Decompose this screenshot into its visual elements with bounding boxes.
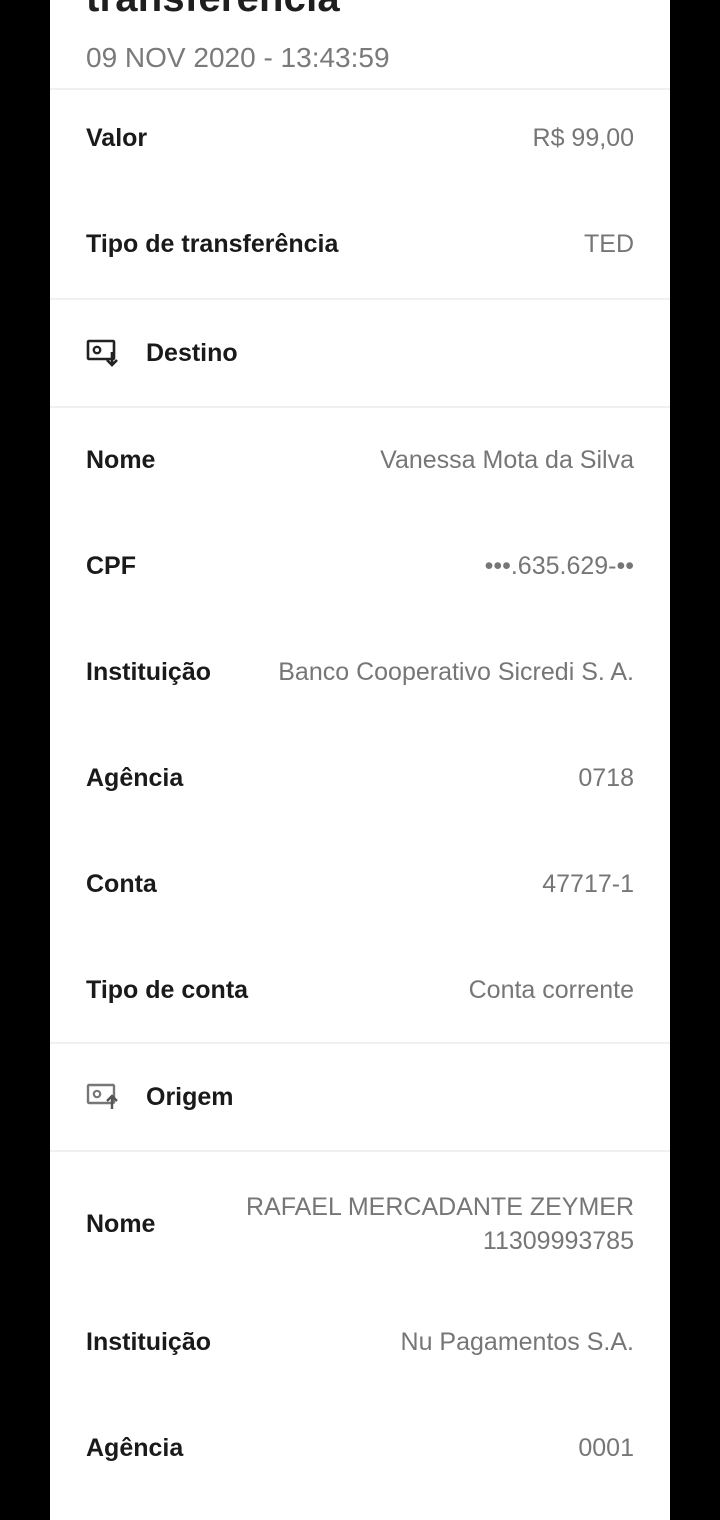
destino-conta-row: Conta 47717-1: [86, 870, 634, 899]
origem-nome-value: RAFAEL MERCADANTE ZEYMER 11309993785: [245, 1193, 634, 1255]
destino-section-header: Destino: [86, 338, 238, 368]
valor-value: R$ 99,00: [532, 124, 634, 152]
origem-nome-row: Nome RAFAEL MERCADANTE ZEYMER 1130999378…: [86, 1190, 634, 1258]
tipo-transferencia-value: TED: [584, 230, 634, 258]
origem-label: Origem: [146, 1082, 234, 1111]
destino-agencia-label: Agência: [86, 764, 184, 792]
destino-instituicao-value: Banco Cooperativo Sicredi S. A.: [278, 658, 634, 686]
tipo-transferencia-row: Tipo de transferência TED: [86, 230, 634, 259]
page-title: transferência: [86, 0, 340, 20]
destino-instituicao-row: Instituição Banco Cooperativo Sicredi S.…: [86, 658, 634, 687]
destino-conta-label: Conta: [86, 870, 157, 898]
origem-agencia-value: 0001: [578, 1434, 634, 1462]
origem-instituicao-label: Instituição: [86, 1328, 212, 1356]
destino-agencia-value: 0718: [578, 764, 634, 792]
origem-instituicao-value: Nu Pagamentos S.A.: [400, 1328, 634, 1356]
destino-instituicao-label: Instituição: [86, 658, 212, 686]
destino-nome-label: Nome: [86, 446, 156, 474]
money-in-icon: [86, 338, 122, 368]
destino-conta-value: 47717-1: [542, 870, 634, 898]
receipt-screen: transferência 09 NOV 2020 - 13:43:59 Val…: [50, 0, 670, 1520]
divider: [50, 406, 670, 408]
origem-section-header: Origem: [86, 1082, 234, 1112]
divider: [50, 1150, 670, 1152]
destino-cpf-row: CPF •••.635.629-••: [86, 552, 634, 581]
destino-nome-value: Vanessa Mota da Silva: [380, 446, 634, 474]
origem-nome-label: Nome: [86, 1209, 156, 1238]
origem-agencia-row: Agência 0001: [86, 1434, 634, 1463]
tipo-transferencia-label: Tipo de transferência: [86, 230, 339, 258]
divider: [50, 298, 670, 300]
destino-tipo-conta-label: Tipo de conta: [86, 976, 249, 1004]
destino-nome-row: Nome Vanessa Mota da Silva: [86, 446, 634, 475]
destino-agencia-row: Agência 0718: [86, 764, 634, 793]
destino-cpf-label: CPF: [86, 552, 136, 580]
destino-tipo-conta-value: Conta corrente: [468, 976, 634, 1004]
valor-row: Valor R$ 99,00: [86, 124, 634, 153]
destino-cpf-value: •••.635.629-••: [484, 552, 634, 580]
origem-agencia-label: Agência: [86, 1434, 184, 1462]
divider: [50, 88, 670, 90]
money-out-icon: [86, 1082, 122, 1112]
destino-label: Destino: [146, 338, 238, 367]
divider: [50, 1042, 670, 1044]
valor-label: Valor: [86, 124, 148, 152]
transfer-datetime: 09 NOV 2020 - 13:43:59: [86, 42, 390, 73]
destino-tipo-conta-row: Tipo de conta Conta corrente: [86, 976, 634, 1005]
origem-instituicao-row: Instituição Nu Pagamentos S.A.: [86, 1328, 634, 1357]
